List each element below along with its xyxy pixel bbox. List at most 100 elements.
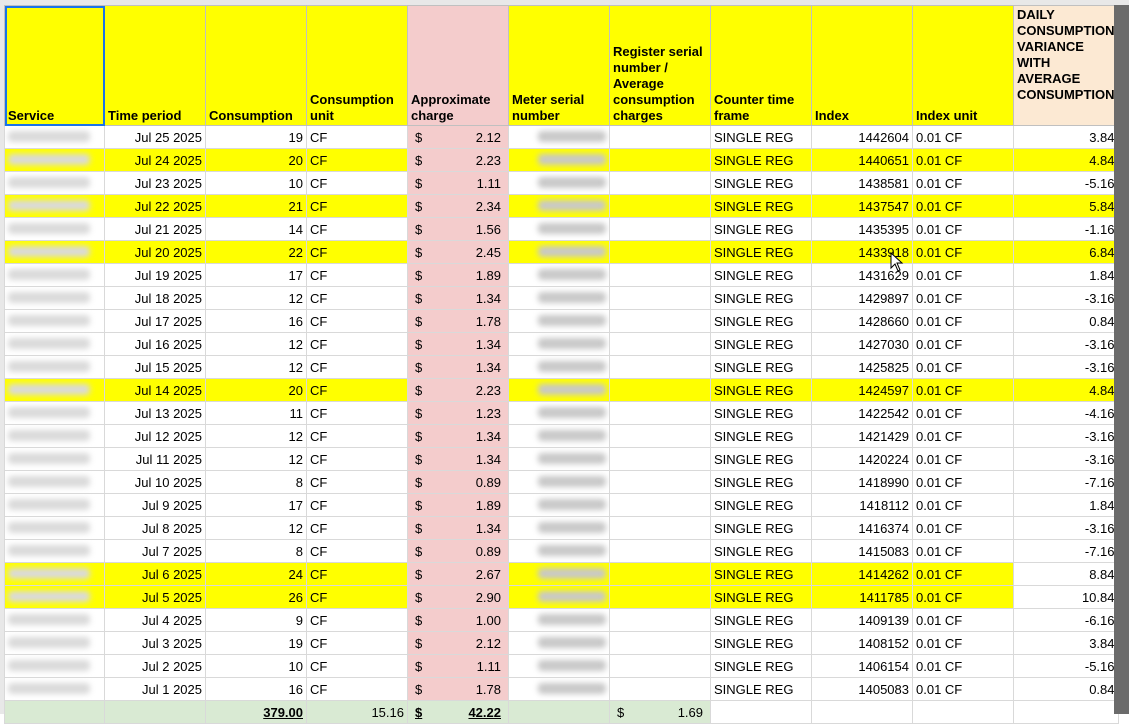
date-cell[interactable]: Jul 6 2025: [104, 562, 206, 586]
register-serial-cell[interactable]: [609, 424, 711, 448]
index-unit-cell[interactable]: 0.01 CF: [912, 447, 1014, 471]
index-cell[interactable]: 1435395: [811, 217, 913, 241]
index-unit-cell[interactable]: 0.01 CF: [912, 217, 1014, 241]
time-frame-cell[interactable]: SINGLE REG: [710, 631, 812, 655]
consumption-cell[interactable]: 12: [205, 286, 307, 310]
meter-serial-cell[interactable]: [508, 516, 610, 540]
register-serial-cell[interactable]: [609, 677, 711, 701]
register-serial-cell[interactable]: [609, 332, 711, 356]
unit-cell[interactable]: CF: [306, 424, 408, 448]
charge-cell[interactable]: $0.89: [407, 539, 509, 563]
service-cell[interactable]: [4, 493, 105, 517]
variance-cell[interactable]: -3.16: [1013, 424, 1119, 448]
register-serial-cell[interactable]: [609, 447, 711, 471]
meter-serial-cell[interactable]: [508, 447, 610, 471]
total-cell[interactable]: [710, 700, 812, 724]
unit-cell[interactable]: CF: [306, 286, 408, 310]
consumption-cell[interactable]: 16: [205, 309, 307, 333]
charge-cell[interactable]: $1.34: [407, 332, 509, 356]
index-unit-cell[interactable]: 0.01 CF: [912, 470, 1014, 494]
register-serial-cell[interactable]: [609, 631, 711, 655]
unit-cell[interactable]: CF: [306, 562, 408, 586]
index-cell[interactable]: 1418990: [811, 470, 913, 494]
unit-cell[interactable]: CF: [306, 677, 408, 701]
variance-cell[interactable]: 1.84: [1013, 263, 1119, 287]
date-cell[interactable]: Jul 17 2025: [104, 309, 206, 333]
register-serial-cell[interactable]: [609, 608, 711, 632]
header-time-period[interactable]: Time period: [104, 5, 206, 126]
header-meter-serial[interactable]: Meter serial number: [508, 5, 610, 126]
time-frame-cell[interactable]: SINGLE REG: [710, 585, 812, 609]
index-cell[interactable]: 1437547: [811, 194, 913, 218]
index-unit-cell[interactable]: 0.01 CF: [912, 424, 1014, 448]
meter-serial-cell[interactable]: [508, 608, 610, 632]
index-unit-cell[interactable]: 0.01 CF: [912, 263, 1014, 287]
index-unit-cell[interactable]: 0.01 CF: [912, 355, 1014, 379]
time-frame-cell[interactable]: SINGLE REG: [710, 378, 812, 402]
charge-cell[interactable]: $1.23: [407, 401, 509, 425]
charge-cell[interactable]: $1.89: [407, 493, 509, 517]
variance-cell[interactable]: 10.84: [1013, 585, 1119, 609]
date-cell[interactable]: Jul 10 2025: [104, 470, 206, 494]
time-frame-cell[interactable]: SINGLE REG: [710, 217, 812, 241]
register-serial-cell[interactable]: [609, 263, 711, 287]
register-serial-cell[interactable]: [609, 148, 711, 172]
variance-cell[interactable]: 0.84: [1013, 309, 1119, 333]
header-index-unit[interactable]: Index unit: [912, 5, 1014, 126]
register-serial-cell[interactable]: [609, 286, 711, 310]
consumption-cell[interactable]: 10: [205, 171, 307, 195]
index-cell[interactable]: 1408152: [811, 631, 913, 655]
service-cell[interactable]: [4, 332, 105, 356]
meter-serial-cell[interactable]: [508, 493, 610, 517]
index-cell[interactable]: 1415083: [811, 539, 913, 563]
variance-cell[interactable]: 6.84: [1013, 240, 1119, 264]
register-serial-cell[interactable]: [609, 516, 711, 540]
index-unit-cell[interactable]: 0.01 CF: [912, 240, 1014, 264]
meter-serial-cell[interactable]: [508, 171, 610, 195]
unit-cell[interactable]: CF: [306, 309, 408, 333]
variance-cell[interactable]: 1.84: [1013, 493, 1119, 517]
index-unit-cell[interactable]: 0.01 CF: [912, 286, 1014, 310]
unit-cell[interactable]: CF: [306, 493, 408, 517]
index-unit-cell[interactable]: 0.01 CF: [912, 194, 1014, 218]
register-serial-cell[interactable]: [609, 171, 711, 195]
service-cell[interactable]: [4, 125, 105, 149]
meter-serial-cell[interactable]: [508, 562, 610, 586]
consumption-cell[interactable]: 12: [205, 516, 307, 540]
consumption-cell[interactable]: 17: [205, 263, 307, 287]
index-cell[interactable]: 1405083: [811, 677, 913, 701]
unit-cell[interactable]: CF: [306, 631, 408, 655]
consumption-cell[interactable]: 21: [205, 194, 307, 218]
date-cell[interactable]: Jul 14 2025: [104, 378, 206, 402]
index-cell[interactable]: 1428660: [811, 309, 913, 333]
charge-cell[interactable]: $2.23: [407, 378, 509, 402]
service-cell[interactable]: [4, 401, 105, 425]
date-cell[interactable]: Jul 18 2025: [104, 286, 206, 310]
meter-serial-cell[interactable]: [508, 631, 610, 655]
index-cell[interactable]: 1406154: [811, 654, 913, 678]
register-serial-cell[interactable]: [609, 217, 711, 241]
service-cell[interactable]: [4, 654, 105, 678]
variance-cell[interactable]: -3.16: [1013, 286, 1119, 310]
date-cell[interactable]: Jul 8 2025: [104, 516, 206, 540]
time-frame-cell[interactable]: SINGLE REG: [710, 562, 812, 586]
unit-cell[interactable]: CF: [306, 585, 408, 609]
meter-serial-cell[interactable]: [508, 263, 610, 287]
header-consumption-unit[interactable]: Consumption unit: [306, 5, 408, 126]
variance-cell[interactable]: 4.84: [1013, 148, 1119, 172]
date-cell[interactable]: Jul 5 2025: [104, 585, 206, 609]
variance-cell[interactable]: -7.16: [1013, 470, 1119, 494]
charge-cell[interactable]: $1.78: [407, 677, 509, 701]
register-serial-cell[interactable]: [609, 562, 711, 586]
time-frame-cell[interactable]: SINGLE REG: [710, 493, 812, 517]
variance-cell[interactable]: -5.16: [1013, 654, 1119, 678]
meter-serial-cell[interactable]: [508, 125, 610, 149]
charge-cell[interactable]: $2.23: [407, 148, 509, 172]
consumption-cell[interactable]: 19: [205, 125, 307, 149]
total-cell[interactable]: [4, 700, 105, 724]
service-cell[interactable]: [4, 539, 105, 563]
meter-serial-cell[interactable]: [508, 332, 610, 356]
variance-cell[interactable]: -3.16: [1013, 355, 1119, 379]
consumption-cell[interactable]: 12: [205, 332, 307, 356]
index-unit-cell[interactable]: 0.01 CF: [912, 378, 1014, 402]
